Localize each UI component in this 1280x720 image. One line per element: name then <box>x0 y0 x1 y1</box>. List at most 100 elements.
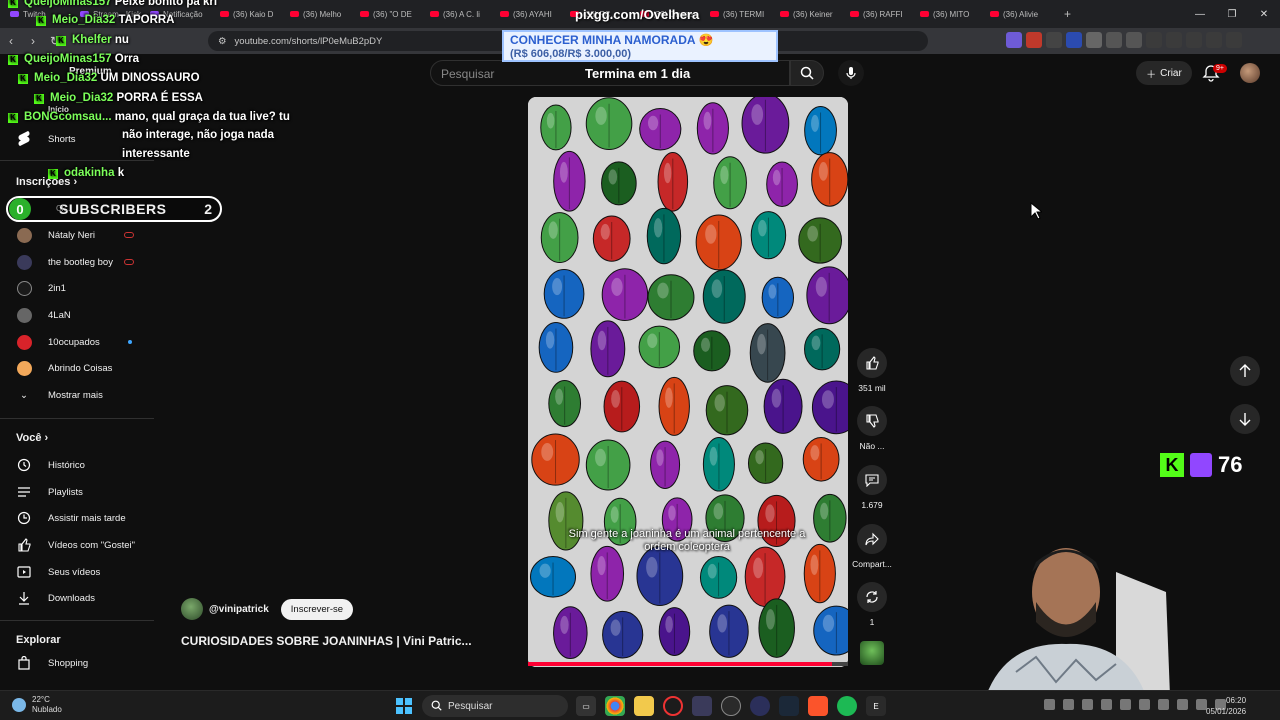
media-icon[interactable] <box>1146 32 1162 48</box>
reload-icon[interactable]: ↻ <box>44 34 66 48</box>
previous-short-button[interactable] <box>1230 356 1260 386</box>
puzzle-icon[interactable] <box>1106 32 1122 48</box>
taskbar-search[interactable]: Pesquisar <box>422 695 568 717</box>
dislike-action[interactable]: Não ... <box>852 406 892 451</box>
sidebar-channel-abrindo-coisas[interactable]: Abrindo Coisas <box>0 355 154 381</box>
wallet-icon[interactable] <box>1186 32 1202 48</box>
sidebar-item-liked-videos[interactable]: Vídeos com "Gostei" <box>0 532 154 558</box>
vpn-icon[interactable] <box>1206 32 1222 48</box>
extension-icon[interactable] <box>1086 32 1102 48</box>
browser-tab[interactable]: (36) Melho <box>284 3 354 25</box>
sidebar-channel-truncated[interactable]: Cl... <box>56 204 70 213</box>
remix-button[interactable] <box>857 582 887 612</box>
volume-icon[interactable] <box>1177 699 1188 710</box>
new-tab-button[interactable]: + <box>1054 7 1081 21</box>
weather-widget[interactable]: 22°C Nublado <box>12 695 62 715</box>
sidebar-item-shopping[interactable]: Shopping <box>0 650 154 676</box>
back-icon[interactable]: ‹ <box>0 34 22 48</box>
sidebar-item-history[interactable]: Histórico <box>0 452 154 478</box>
sidebar-item-your-videos[interactable]: Seus vídeos <box>0 559 154 585</box>
you-heading[interactable]: Você › <box>16 432 48 444</box>
tray-icon[interactable] <box>1044 699 1055 710</box>
sidebar-channel-2in1[interactable]: 2in1 <box>0 275 154 301</box>
menu-icon[interactable] <box>1226 32 1242 48</box>
browser-tab[interactable]: Twitch <box>4 3 74 25</box>
short-title[interactable]: CURIOSIDADES SOBRE JOANINHAS | Vini Patr… <box>181 634 472 648</box>
beetle-highlight <box>765 504 775 523</box>
like-action[interactable]: 351 mil <box>852 348 892 393</box>
show-more-button[interactable]: ⌄ Mostrar mais <box>0 382 154 408</box>
tray-icon[interactable] <box>1139 699 1150 710</box>
spotify-icon[interactable] <box>837 696 857 716</box>
extension-icon[interactable] <box>1026 32 1042 48</box>
dislike-button[interactable] <box>857 406 887 436</box>
voice-search-button[interactable] <box>838 60 864 86</box>
tray-icon[interactable] <box>1120 699 1131 710</box>
file-explorer-icon[interactable] <box>634 696 654 716</box>
remix-action[interactable]: 1 <box>852 582 892 627</box>
wifi-icon[interactable] <box>1158 699 1169 710</box>
close-window-button[interactable]: ✕ <box>1248 9 1280 20</box>
subscribe-button[interactable]: Inscrever-se <box>280 598 354 620</box>
sidebar-channel-4lan[interactable]: 4LaN <box>0 302 154 328</box>
beetle-highlight <box>703 111 712 130</box>
sidebar-item-playlists[interactable]: Playlists <box>0 479 154 505</box>
browser-tab[interactable]: (36) MITO <box>914 3 984 25</box>
site-info-icon[interactable]: ⚙ <box>218 36 227 47</box>
browser-tab[interactable]: (36) A C. li <box>424 3 494 25</box>
like-button[interactable] <box>857 348 887 378</box>
sidebar-item-downloads[interactable]: Downloads <box>0 585 154 611</box>
subscriptions-heading[interactable]: Inscrições › <box>16 176 77 188</box>
start-button[interactable] <box>396 698 412 714</box>
channel-avatar[interactable] <box>181 598 203 620</box>
comments-action[interactable]: 1.679 <box>852 465 892 510</box>
taskbar-clock[interactable]: 06:20 05/01/2026 <box>1206 695 1246 717</box>
extension-icon[interactable] <box>1046 32 1062 48</box>
share-action[interactable]: Compart... <box>852 524 892 569</box>
browser-tab[interactable]: (36) RAFFI <box>844 3 914 25</box>
tray-icon[interactable] <box>1063 699 1074 710</box>
extension-icon[interactable] <box>1006 32 1022 48</box>
browser-tab[interactable]: (36) Keiner <box>774 3 844 25</box>
task-view-icon[interactable]: ▭ <box>576 696 596 716</box>
obs-icon[interactable] <box>721 696 741 716</box>
sidebar-item-shorts[interactable]: Shorts <box>0 126 154 152</box>
steam-icon[interactable] <box>779 696 799 716</box>
sidebar-icon[interactable] <box>1166 32 1182 48</box>
subscriber-label: SUBSCRIBERS <box>59 201 167 217</box>
share-button[interactable] <box>857 524 887 554</box>
comments-button[interactable] <box>857 465 887 495</box>
extension-icon[interactable] <box>1066 32 1082 48</box>
search-button[interactable] <box>790 60 824 86</box>
video-progress-bar[interactable] <box>528 662 848 666</box>
browser-tab[interactable]: (36) Kaio D <box>214 3 284 25</box>
app-icon[interactable] <box>692 696 712 716</box>
browser-tab[interactable]: (36) Alivie <box>984 3 1054 25</box>
tray-icon[interactable] <box>1101 699 1112 710</box>
epic-games-icon[interactable]: E <box>866 696 886 716</box>
forward-icon[interactable]: › <box>22 34 44 48</box>
browser-tab[interactable]: Stream - Kick <box>74 3 144 25</box>
beetle-highlight <box>807 225 819 242</box>
app-icon[interactable] <box>750 696 770 716</box>
opera-icon[interactable] <box>663 696 683 716</box>
sound-thumbnail[interactable] <box>860 641 884 665</box>
windows-taskbar: 22°C Nublado Pesquisar ▭ E 06:20 05/01/2… <box>0 690 1280 720</box>
chrome-icon[interactable] <box>605 696 625 716</box>
short-video-player[interactable] <box>528 97 848 667</box>
maximize-button[interactable]: ❐ <box>1216 9 1248 20</box>
tray-icon[interactable] <box>1082 699 1093 710</box>
browser-tab[interactable]: Notificação <box>144 3 214 25</box>
channel-handle[interactable]: @vinipatrick <box>209 604 269 615</box>
browser-tab[interactable]: (36) TERMI <box>704 3 774 25</box>
create-button[interactable]: ＋ Criar <box>1136 61 1192 85</box>
browser-tab[interactable]: (36) "O DE <box>354 3 424 25</box>
sidebar-item-watch-later[interactable]: Assistir mais tarde <box>0 505 154 531</box>
download-icon[interactable] <box>1126 32 1142 48</box>
live-icon <box>124 259 134 265</box>
next-short-button[interactable] <box>1230 404 1260 434</box>
brave-icon[interactable] <box>808 696 828 716</box>
account-avatar[interactable] <box>1240 63 1260 83</box>
minimize-button[interactable]: — <box>1184 9 1216 20</box>
browser-tab[interactable]: (36) AYAHI <box>494 3 564 25</box>
